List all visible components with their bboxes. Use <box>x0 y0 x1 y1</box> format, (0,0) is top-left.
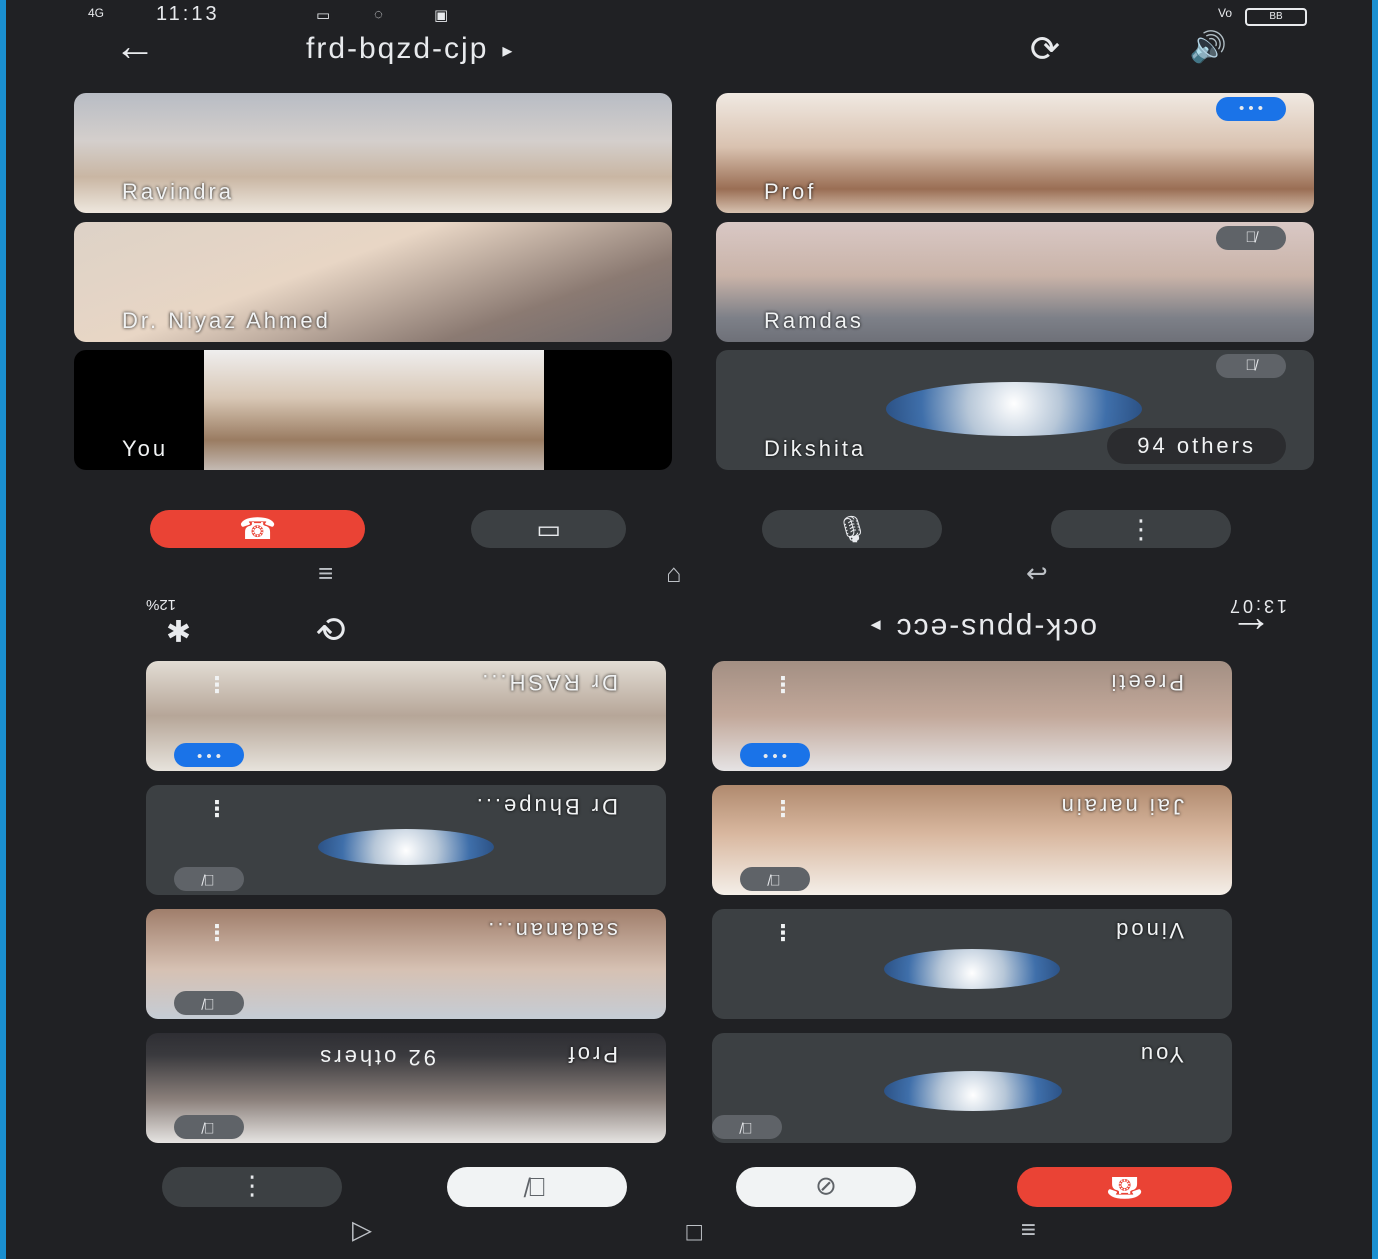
camera-icon: ▭ <box>536 513 561 544</box>
mic-icon: 🎙 <box>835 513 869 544</box>
participant-name: Prof <box>764 179 817 204</box>
more-vert-icon[interactable]: ⋮ <box>206 671 228 697</box>
avatar <box>884 1071 1062 1111</box>
caret-right-icon: ▸ <box>502 39 515 62</box>
participant-tile[interactable]: 🎙̸ ⋮ Jai narain <box>712 785 1232 895</box>
camera-off-icon: ⊘ <box>815 1172 837 1203</box>
speaker-icon[interactable]: 🔊 <box>1190 30 1227 65</box>
others-count: 92 others <box>317 1045 436 1070</box>
avatar <box>884 949 1060 989</box>
participant-name: You <box>1137 1042 1184 1067</box>
participant-name: You <box>122 436 169 461</box>
mic-off-icon: 🎙̸ <box>1216 354 1286 378</box>
status-time: 13:07 <box>1226 596 1287 616</box>
meeting-code[interactable]: frd-bqzd-cjp ▸ <box>306 32 514 66</box>
self-video <box>204 350 544 470</box>
camera-button[interactable]: ▭ <box>471 510 626 548</box>
self-video-tile[interactable]: You <box>74 350 672 470</box>
participant-name: Jai narain <box>1058 794 1184 819</box>
mic-off-icon: 🎙̸ <box>1216 226 1286 250</box>
mic-off-button[interactable]: 🎙̸ <box>447 1167 627 1207</box>
nav-back-icon[interactable]: ↩ <box>1026 558 1048 589</box>
notification-icon: ▭ <box>316 7 331 24</box>
end-call-icon: ☎ <box>238 512 277 546</box>
nav-back-icon[interactable]: ◁ <box>352 1218 372 1249</box>
battery-icon: BB <box>1245 8 1307 26</box>
back-arrow-icon[interactable]: ← <box>114 25 156 67</box>
participant-name: Dikshita <box>764 436 867 461</box>
mic-button[interactable]: 🎙 <box>762 510 942 548</box>
more-vert-icon: ⋮ <box>1128 513 1154 544</box>
participant-name: Dr Bhupe... <box>473 794 618 819</box>
nav-menu-icon[interactable]: ≡ <box>318 558 333 589</box>
participant-tile[interactable]: • • • Prof <box>716 93 1314 213</box>
avatar <box>318 829 494 865</box>
more-vert-icon: ⋮ <box>239 1172 265 1203</box>
self-tile[interactable]: 🎙̸ You <box>712 1033 1232 1143</box>
participant-tile[interactable]: ⋮ Vinod <box>712 909 1232 1019</box>
participant-name: Prof <box>565 1042 618 1067</box>
avatar <box>886 382 1142 436</box>
mic-off-icon: 🎙̸ <box>527 1172 547 1203</box>
nav-home-icon[interactable]: ⌂ <box>666 558 682 589</box>
app-bar: ← frd-bqzd-cjp ▸ ⟳ 🔊 <box>6 25 1372 76</box>
meet-screenshot-bottom: ≡ □ ◁ ☎ ⊘ 🎙̸ ⋮ 🎙̸ You 🎙̸ Prof 92 others <box>6 594 1372 1259</box>
speaking-indicator-icon: • • • <box>1216 97 1286 121</box>
meet-screenshot-top: 4G 11:13 ▭ ◌ ▣ Vo BB ← frd-bqzd-cjp ▸ ⟳ 🔊… <box>6 0 1372 594</box>
participant-tile[interactable]: • • • ⋮ Dr RASH... <box>146 661 666 771</box>
volte-icon: Vo <box>1217 6 1232 20</box>
participant-tile[interactable]: Dr. Niyaz Ahmed <box>74 222 672 342</box>
participant-tile[interactable]: Ravindra <box>74 93 672 213</box>
participant-tile[interactable]: 🎙̸ ⋮ Dr Bhupe... <box>146 785 666 895</box>
speaking-indicator-icon: • • • <box>174 743 244 767</box>
more-options-button[interactable]: ⋮ <box>162 1167 342 1207</box>
end-call-icon: ☎ <box>1105 1170 1144 1204</box>
whatsapp-icon: ◌ <box>374 6 383 23</box>
participant-name: Preeti <box>1108 670 1184 695</box>
end-call-button[interactable]: ☎ <box>150 510 365 548</box>
more-vert-icon[interactable]: ⋮ <box>772 671 794 697</box>
participant-name: sadanan... <box>485 918 618 943</box>
status-bar: 13:07 12% <box>6 589 1372 619</box>
mic-off-icon: 🎙̸ <box>174 1115 244 1139</box>
participant-name: Vinod <box>1113 918 1184 943</box>
camera-off-button[interactable]: ⊘ <box>736 1167 916 1207</box>
phone-screen: 4G 11:13 ▭ ◌ ▣ Vo BB ← frd-bqzd-cjp ▸ ⟳ 🔊… <box>6 0 1372 1259</box>
more-vert-icon[interactable]: ⋮ <box>772 795 794 821</box>
nav-menu-icon[interactable]: ≡ <box>1021 1214 1036 1245</box>
end-call-button[interactable]: ☎ <box>1017 1167 1232 1207</box>
mic-off-icon: 🎙̸ <box>740 867 810 891</box>
mic-off-icon: 🎙̸ <box>712 1115 782 1139</box>
gallery-icon: ▣ <box>434 7 449 24</box>
battery-percent: 12% <box>146 596 177 613</box>
more-vert-icon[interactable]: ⋮ <box>206 795 228 821</box>
participant-tile[interactable]: • • • ⋮ Preeti <box>712 661 1232 771</box>
more-options-button[interactable]: ⋮ <box>1051 510 1231 548</box>
participant-tile[interactable]: 🎙̸ Prof 92 others <box>146 1033 666 1143</box>
mic-off-icon: 🎙̸ <box>174 991 244 1015</box>
mic-off-icon: 🎙̸ <box>174 867 244 891</box>
signal-icon: 4G <box>88 6 105 20</box>
more-vert-icon[interactable]: ⋮ <box>206 919 228 945</box>
participant-name: Dr RASH... <box>479 670 618 695</box>
participant-tile[interactable]: 🎙̸ ⋮ sadanan... <box>146 909 666 1019</box>
participant-tile[interactable]: 🎙̸ Ramdas <box>716 222 1314 342</box>
status-time: 11:13 <box>156 3 220 25</box>
participant-name: Ramdas <box>764 308 864 333</box>
participant-name: Ravindra <box>122 179 235 204</box>
more-vert-icon[interactable]: ⋮ <box>772 919 794 945</box>
speaking-indicator-icon: • • • <box>740 743 810 767</box>
others-count: 94 others <box>1107 428 1286 464</box>
nav-home-icon[interactable]: □ <box>686 1218 702 1249</box>
switch-camera-icon[interactable]: ⟳ <box>1030 28 1060 70</box>
participant-name: Dr. Niyaz Ahmed <box>122 308 331 333</box>
meeting-code-text: frd-bqzd-cjp <box>306 32 489 65</box>
others-tile[interactable]: 🎙̸ Dikshita 94 others <box>716 350 1314 470</box>
